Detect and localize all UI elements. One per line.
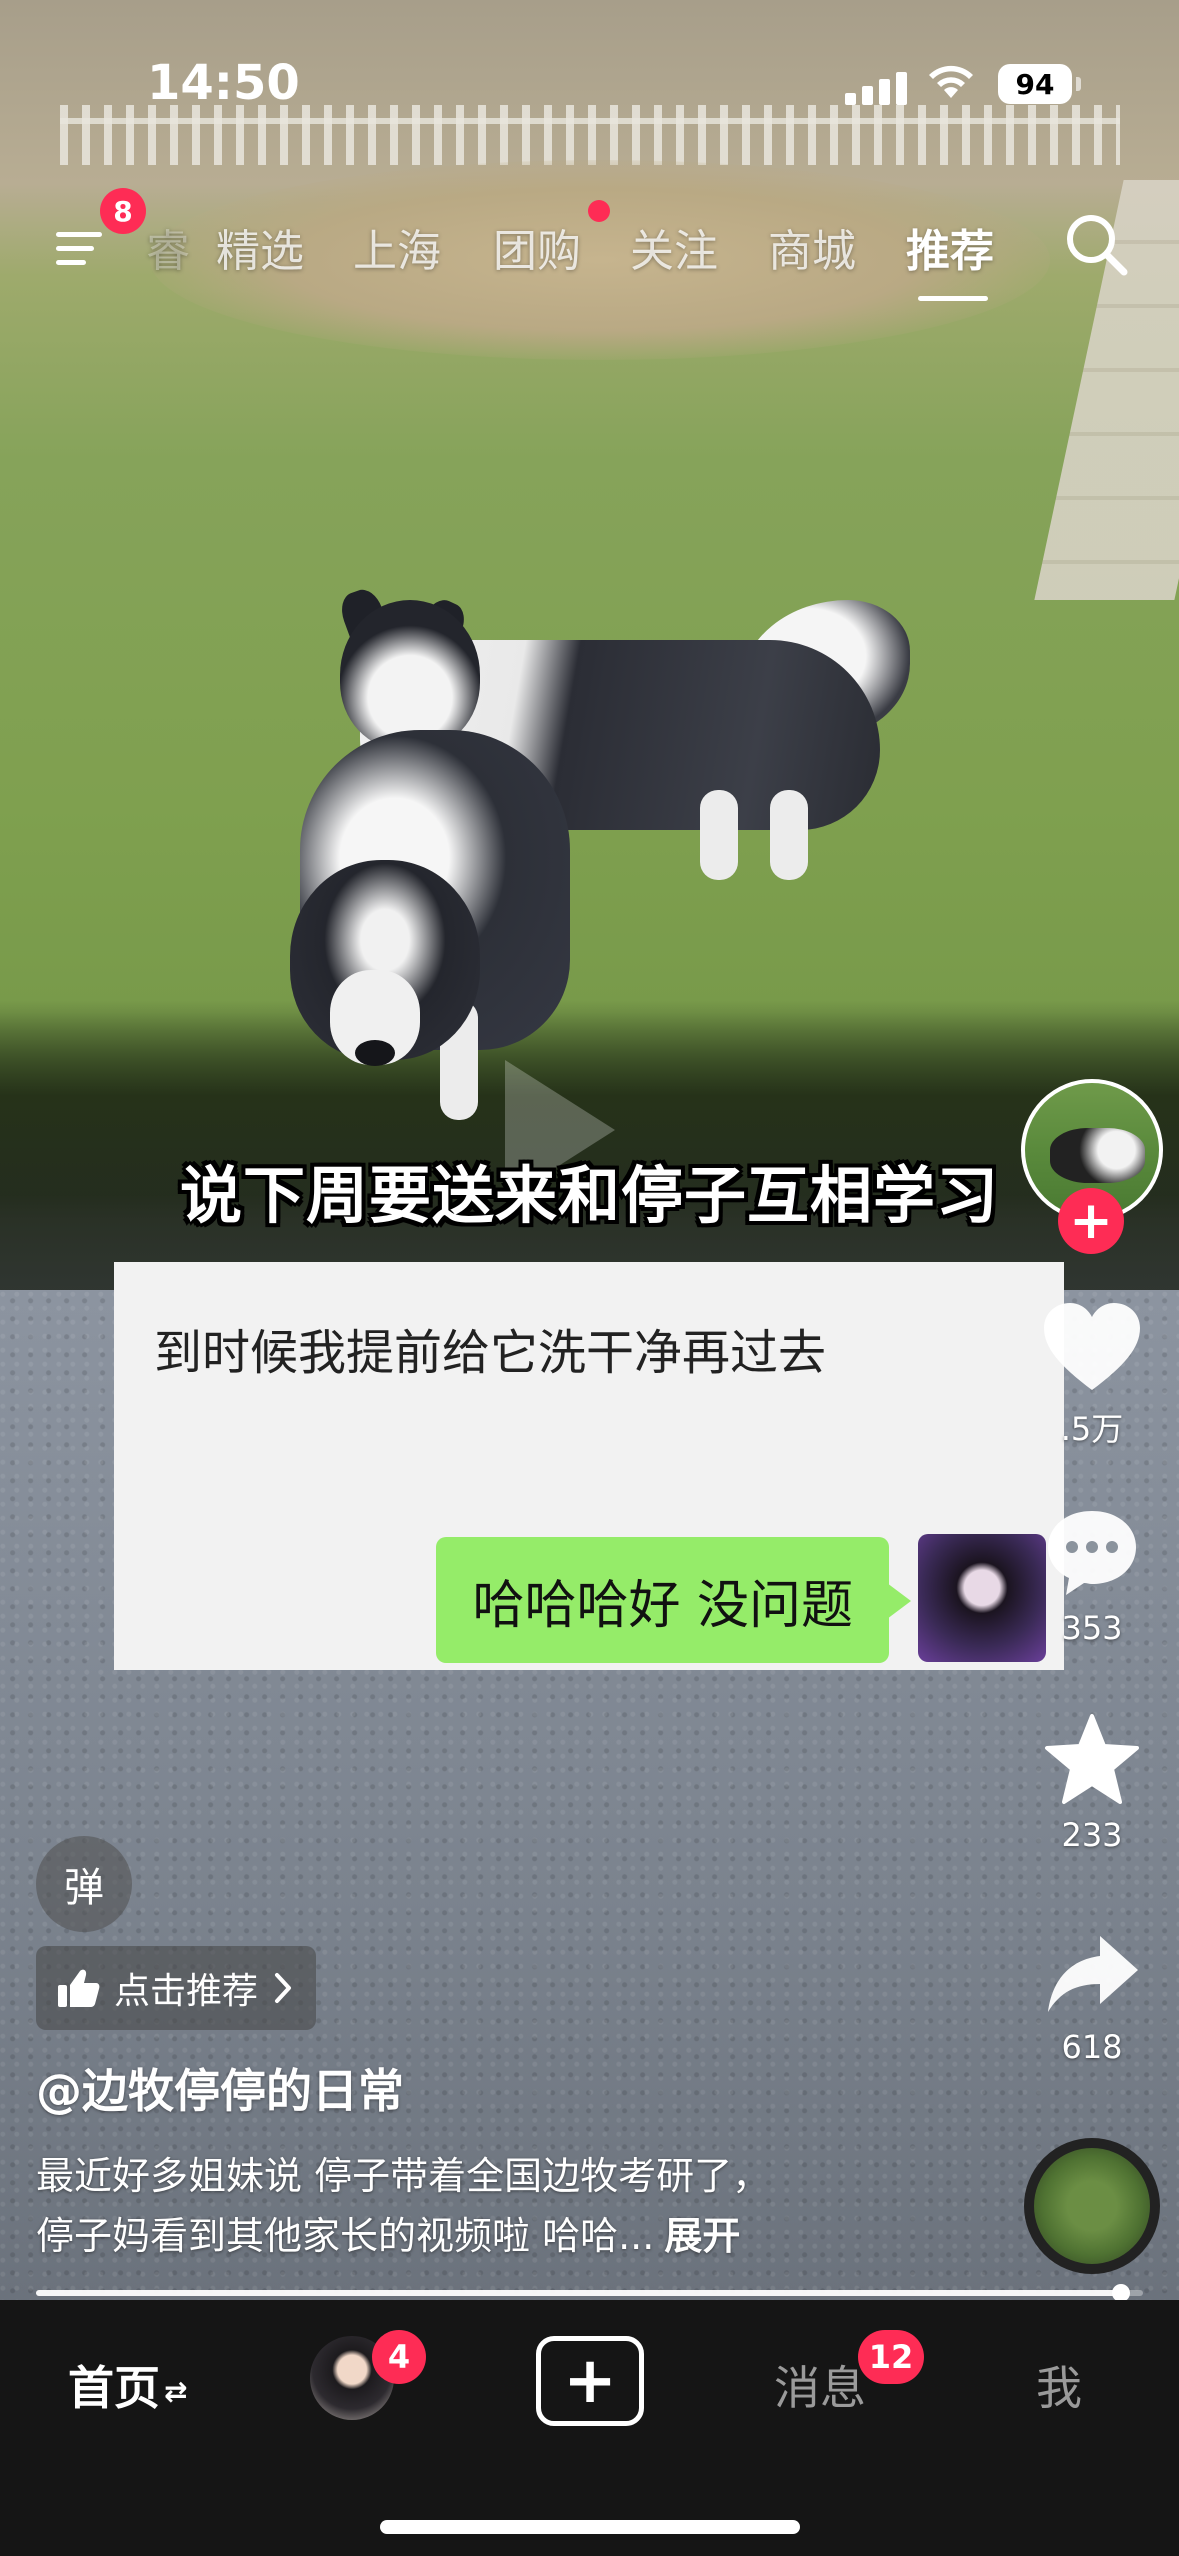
like-count: .5万: [1060, 1410, 1124, 1448]
group-buy-notification-dot: [588, 200, 610, 222]
video-caption: 说下周要送来和停子互相学习: [179, 1159, 999, 1232]
chat-screenshot-card: 到时候我提前给它洗干净再过去 哈哈哈好 没问题: [114, 1262, 1064, 1670]
home-indicator: [380, 2520, 800, 2534]
expand-button[interactable]: 展开: [664, 2214, 740, 2258]
menu-icon-line: [56, 260, 86, 265]
nav-home-label: 首页: [68, 2361, 160, 2415]
status-bar: 14:50 94: [0, 0, 1179, 150]
chat-sent-bubble: 哈哈哈好 没问题: [436, 1537, 911, 1663]
tab-group-buy[interactable]: 团购: [493, 215, 581, 279]
bottom-nav-bar: 首页 ⇄ 4 + 消息 12 我: [0, 2300, 1179, 2556]
tab-faded-edge: 睿: [146, 226, 190, 277]
description-line-2: 停子妈看到其他家长的视频啦 哈哈... 展开: [36, 2206, 996, 2266]
thumbs-up-icon: [58, 1969, 100, 2007]
share-arrow-icon: [1048, 1936, 1138, 2012]
dog-head: [340, 600, 480, 750]
video-description: 最近好多姐妹说 停子带着全国边牧考研了， 停子妈看到其他家长的视频啦 哈哈...…: [36, 2146, 996, 2266]
active-tab-indicator: [918, 296, 988, 301]
favorite-button[interactable]: 233: [1030, 1712, 1154, 1854]
menu-badge: 8: [100, 188, 146, 234]
music-disc-icon[interactable]: [1024, 2138, 1160, 2274]
menu-button[interactable]: [50, 222, 110, 272]
cellular-signal-icon: [845, 72, 907, 105]
search-icon[interactable]: [1062, 210, 1132, 280]
danmaku-toggle-button[interactable]: 弹: [36, 1836, 132, 1932]
friends-badge: 4: [372, 2330, 426, 2384]
swap-arrows-icon: ⇄: [164, 2375, 188, 2408]
description-line: 最近好多姐妹说 停子带着全国边牧考研了，: [36, 2154, 771, 2198]
dog-nose: [355, 1040, 395, 1066]
chevron-right-icon: [275, 1973, 292, 2003]
chat-sent-message: 哈哈哈好 没问题: [472, 1575, 853, 1636]
heart-icon: [1044, 1303, 1140, 1390]
tab-featured[interactable]: 精选: [216, 215, 304, 279]
video-progress-bar[interactable]: [36, 2284, 1143, 2302]
follow-button[interactable]: +: [1058, 1188, 1124, 1254]
danmaku-label: 弹: [64, 1865, 104, 1911]
comment-icon: [1048, 1511, 1136, 1595]
recommend-label: 点击推荐: [114, 1971, 259, 2012]
battery-icon: 94: [998, 64, 1081, 104]
nav-messages[interactable]: 消息: [774, 2352, 866, 2418]
menu-icon-line: [56, 246, 94, 251]
share-count: 618: [1061, 2028, 1123, 2066]
tab-mall[interactable]: 商城: [768, 215, 856, 279]
comment-count: 353: [1061, 1609, 1123, 1647]
tab-recommend[interactable]: 推荐: [906, 215, 994, 279]
description-line: 停子妈看到其他家长的视频啦 哈哈...: [36, 2214, 655, 2258]
dog-leg: [700, 790, 738, 880]
share-button[interactable]: 618: [1030, 1930, 1154, 2066]
chat-avatar: [918, 1534, 1046, 1662]
messages-badge: 12: [858, 2330, 924, 2384]
menu-icon: [56, 232, 102, 237]
creator-avatar-image: [1050, 1128, 1145, 1183]
like-button[interactable]: .5万: [1030, 1300, 1154, 1450]
create-button[interactable]: +: [536, 2336, 644, 2426]
star-icon: [1045, 1714, 1139, 1804]
plus-icon: +: [563, 2344, 617, 2418]
tab-shanghai[interactable]: 上海: [353, 215, 441, 279]
recommend-button[interactable]: 点击推荐: [36, 1946, 317, 2030]
nav-home[interactable]: 首页 ⇄: [68, 2352, 187, 2418]
dog-leg: [770, 790, 808, 880]
comment-button[interactable]: 353: [1030, 1505, 1154, 1647]
favorite-count: 233: [1061, 1816, 1123, 1854]
battery-level: 94: [1015, 67, 1055, 101]
nav-me[interactable]: 我: [1036, 2352, 1082, 2418]
tab-following[interactable]: 关注: [630, 215, 718, 279]
wifi-icon: [929, 65, 973, 98]
progress-fill: [36, 2290, 1121, 2296]
status-time: 14:50: [147, 55, 300, 111]
chat-received-message: 到时候我提前给它洗干净再过去: [154, 1325, 827, 1381]
author-name[interactable]: @边牧停停的日常: [36, 2055, 404, 2121]
